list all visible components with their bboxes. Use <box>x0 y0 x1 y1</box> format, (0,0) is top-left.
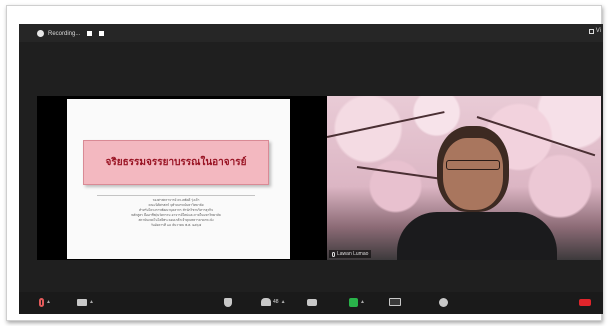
microphone-icon <box>332 251 335 257</box>
view-grid-icon <box>588 28 594 34</box>
video-camera-icon <box>77 298 87 306</box>
view-label: Vi <box>595 28 601 34</box>
view-button[interactable]: Vi <box>588 28 601 34</box>
top-bar: Recording... Vi <box>19 24 603 42</box>
share-screen-button[interactable]: ▲ <box>349 296 365 308</box>
participants-icon <box>261 298 271 306</box>
security-button[interactable] <box>224 296 232 308</box>
participants-button[interactable]: 48 ▲ <box>261 296 286 308</box>
slide-info-line: วันอังคารที่ ๑๓ ธันวาคม พ.ศ. ๒๕๖๕ <box>150 223 202 227</box>
presentation-slide: จริยธรรมจรรยาบรรณในอาจารย์ รองศาสตราจารย… <box>67 99 290 259</box>
chat-bubble-icon <box>307 298 317 306</box>
shared-screen-tile: จริยธรรมจรรยาบรรณในอาจารย์ รองศาสตราจารย… <box>37 96 327 260</box>
zoom-meeting-window: Recording... Vi จริยธรรมจรรยาบรรณในอาจาร… <box>19 24 603 314</box>
meeting-toolbar: ▲ ▲ 48 ▲ ▲ <box>19 292 603 314</box>
slide-info-block: รองศาสตราจารย์ ดร.ลพัดดี รุ่งเจ้า คณะนิต… <box>97 195 255 233</box>
record-control-icon <box>389 298 401 306</box>
recording-indicator[interactable]: Recording... <box>37 28 105 39</box>
chevron-up-icon[interactable]: ▲ <box>281 299 286 305</box>
participant-face <box>443 138 503 210</box>
video-button[interactable]: ▲ <box>77 296 94 308</box>
end-call-icon <box>579 298 591 306</box>
participant-name-tag: Lawan Lumao <box>329 250 372 258</box>
record-button[interactable] <box>389 296 401 308</box>
end-meeting-button[interactable] <box>579 296 591 308</box>
slide-title: จริยธรรมจรรยาบรรณในอาจารย์ <box>105 157 247 168</box>
reactions-button[interactable] <box>439 296 448 308</box>
participants-count: 48 <box>273 299 279 305</box>
chevron-up-icon[interactable]: ▲ <box>89 299 94 305</box>
participant-glasses <box>446 160 500 170</box>
reactions-icon <box>439 297 448 307</box>
participant-video <box>397 126 557 260</box>
shield-icon <box>224 297 232 307</box>
muted-microphone-icon <box>39 297 44 307</box>
participant-shirt <box>397 212 557 260</box>
chevron-up-icon[interactable]: ▲ <box>360 299 365 305</box>
record-icon <box>37 30 44 37</box>
participant-video-tile[interactable]: Lawan Lumao <box>327 96 601 260</box>
pause-icon[interactable] <box>87 31 93 36</box>
chevron-up-icon[interactable]: ▲ <box>46 299 51 305</box>
share-screen-icon <box>349 297 358 307</box>
chat-button[interactable] <box>307 296 317 308</box>
screenshot-frame: Recording... Vi จริยธรรมจรรยาบรรณในอาจาร… <box>6 5 603 321</box>
recording-label: Recording... <box>48 30 81 37</box>
mute-button[interactable]: ▲ <box>39 296 51 308</box>
slide-title-box: จริยธรรมจรรยาบรรณในอาจารย์ <box>83 140 269 185</box>
participant-name: Lawan Lumao <box>337 251 369 257</box>
stop-icon[interactable] <box>99 31 105 36</box>
